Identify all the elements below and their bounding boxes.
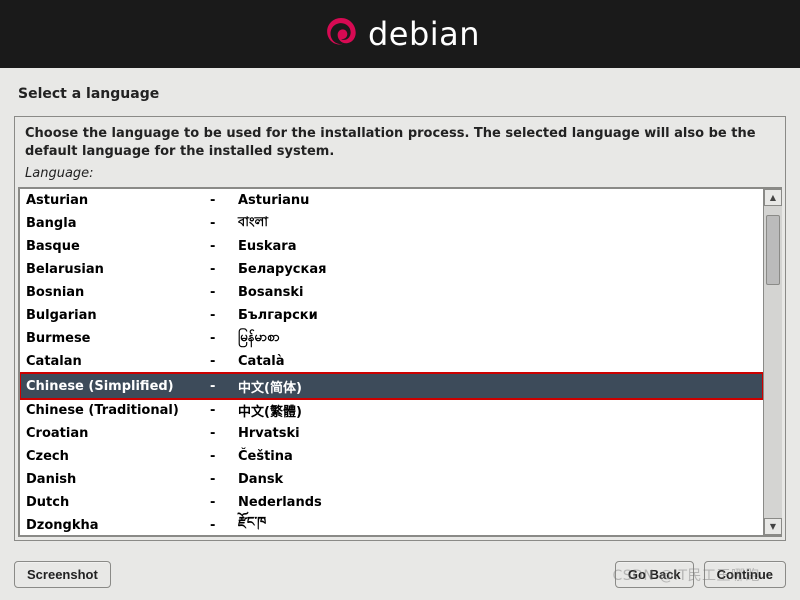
language-separator: - bbox=[210, 379, 238, 394]
language-field-label: Language: bbox=[15, 164, 785, 184]
language-row[interactable]: Chinese (Traditional)-中文(繁體) bbox=[20, 399, 763, 422]
language-separator: - bbox=[210, 426, 238, 441]
language-separator: - bbox=[210, 331, 238, 346]
language-separator: - bbox=[210, 449, 238, 464]
language-separator: - bbox=[210, 495, 238, 510]
language-native-name: Euskara bbox=[238, 239, 296, 254]
language-english-name: Catalan bbox=[20, 354, 210, 369]
language-native-name: རྫོང་ཁ bbox=[238, 507, 266, 535]
language-native-name: Čeština bbox=[238, 449, 293, 464]
language-separator: - bbox=[210, 354, 238, 369]
language-row[interactable]: Croatian-Hrvatski bbox=[20, 422, 763, 445]
screenshot-button[interactable]: Screenshot bbox=[14, 561, 111, 588]
language-english-name: Asturian bbox=[20, 193, 210, 208]
header-banner: debian bbox=[0, 0, 800, 68]
language-row[interactable]: Belarusian-Беларуская bbox=[20, 258, 763, 281]
language-english-name: Danish bbox=[20, 472, 210, 487]
language-row[interactable]: Dutch-Nederlands bbox=[20, 491, 763, 514]
language-native-name: বাংলা bbox=[238, 213, 268, 234]
installer-content: Select a language Choose the language to… bbox=[0, 68, 800, 600]
language-english-name: Dutch bbox=[20, 495, 210, 510]
footer-bar: Screenshot Go Back Continue bbox=[14, 561, 786, 588]
language-list[interactable]: Asturian-AsturianuBangla-বাংলাBasque-Eus… bbox=[20, 189, 763, 535]
language-separator: - bbox=[210, 308, 238, 323]
language-row[interactable]: Basque-Euskara bbox=[20, 235, 763, 258]
language-separator: - bbox=[210, 285, 238, 300]
scroll-down-button[interactable]: ▼ bbox=[764, 518, 782, 535]
instructions-text: Choose the language to be used for the i… bbox=[15, 117, 785, 164]
language-english-name: Croatian bbox=[20, 426, 210, 441]
debian-logo: debian bbox=[320, 13, 480, 55]
language-row[interactable]: Bulgarian-Български bbox=[20, 304, 763, 327]
language-native-name: Dansk bbox=[238, 472, 283, 487]
language-native-name: 中文(简体) bbox=[238, 377, 302, 396]
language-row[interactable]: Bosnian-Bosanski bbox=[20, 281, 763, 304]
scroll-thumb[interactable] bbox=[766, 215, 780, 285]
language-native-name: Català bbox=[238, 354, 285, 369]
scrollbar[interactable]: ▲ ▼ bbox=[763, 189, 782, 535]
language-separator: - bbox=[210, 239, 238, 254]
language-separator: - bbox=[210, 518, 238, 533]
language-native-name: Bosanski bbox=[238, 285, 303, 300]
language-english-name: Bosnian bbox=[20, 285, 210, 300]
continue-button[interactable]: Continue bbox=[704, 561, 786, 588]
language-english-name: Bulgarian bbox=[20, 308, 210, 323]
language-english-name: Burmese bbox=[20, 331, 210, 346]
go-back-button[interactable]: Go Back bbox=[615, 561, 694, 588]
language-list-container: Asturian-AsturianuBangla-বাংলাBasque-Eus… bbox=[18, 187, 782, 537]
language-separator: - bbox=[210, 472, 238, 487]
language-native-name: Hrvatski bbox=[238, 426, 300, 441]
language-row[interactable]: Burmese-မြန်မာစာ bbox=[20, 327, 763, 350]
language-separator: - bbox=[210, 262, 238, 277]
language-native-name: မြန်မာစာ bbox=[238, 329, 280, 348]
language-row[interactable]: Asturian-Asturianu bbox=[20, 189, 763, 212]
language-native-name: Asturianu bbox=[238, 193, 309, 208]
scroll-up-button[interactable]: ▲ bbox=[764, 189, 782, 206]
language-native-name: 中文(繁體) bbox=[238, 401, 302, 420]
language-row[interactable]: Danish-Dansk bbox=[20, 468, 763, 491]
language-native-name: Български bbox=[238, 308, 318, 323]
brand-text: debian bbox=[368, 15, 480, 53]
language-english-name: Chinese (Traditional) bbox=[20, 403, 210, 418]
debian-swirl-icon bbox=[320, 13, 362, 55]
language-english-name: Belarusian bbox=[20, 262, 210, 277]
language-english-name: Bangla bbox=[20, 216, 210, 231]
language-separator: - bbox=[210, 403, 238, 418]
language-row[interactable]: Bangla-বাংলা bbox=[20, 212, 763, 235]
language-row[interactable]: Dzongkha-རྫོང་ཁ bbox=[20, 514, 763, 535]
language-english-name: Basque bbox=[20, 239, 210, 254]
language-native-name: Беларуская bbox=[238, 262, 326, 277]
footer-right-group: Go Back Continue bbox=[615, 561, 786, 588]
language-row[interactable]: Czech-Čeština bbox=[20, 445, 763, 468]
language-row[interactable]: Chinese (Simplified)-中文(简体) bbox=[20, 373, 763, 399]
language-english-name: Chinese (Simplified) bbox=[20, 379, 210, 394]
page-title: Select a language bbox=[0, 68, 800, 116]
language-row[interactable]: Catalan-Català bbox=[20, 350, 763, 373]
language-separator: - bbox=[210, 216, 238, 231]
language-english-name: Dzongkha bbox=[20, 518, 210, 533]
language-separator: - bbox=[210, 193, 238, 208]
language-english-name: Czech bbox=[20, 449, 210, 464]
language-panel: Choose the language to be used for the i… bbox=[14, 116, 786, 541]
